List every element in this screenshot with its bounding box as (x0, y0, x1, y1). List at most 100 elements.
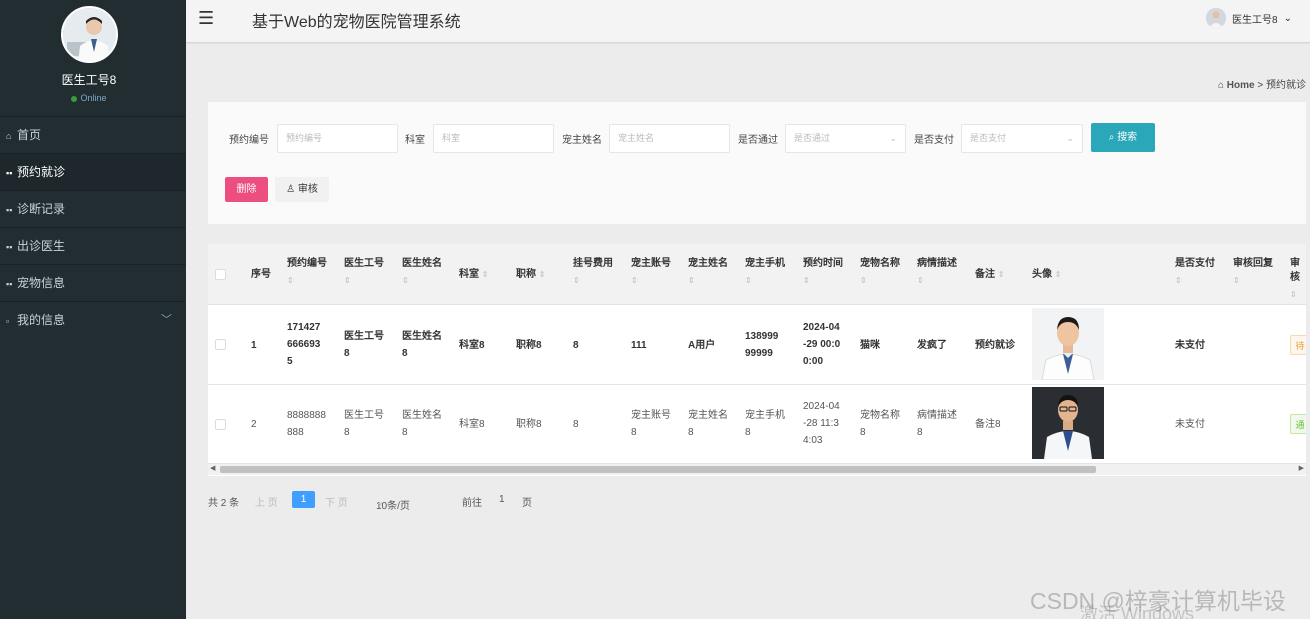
cell-line: 0:00 (803, 356, 824, 367)
col-index: 序号 (251, 269, 271, 280)
col-owner-acct[interactable]: 宠主账号 ⇕ (631, 257, 671, 288)
pager-current-page[interactable]: 1 (292, 491, 315, 508)
col-audit-status[interactable]: 审核 ⇕ (1290, 257, 1306, 302)
col-owner-name[interactable]: 宠主姓名 ⇕ (688, 257, 728, 288)
col-appt-time[interactable]: 预约时间 ⇕ (803, 257, 843, 288)
sidebar-item-home[interactable]: ⌂ 首页 (0, 116, 186, 153)
col-reply[interactable]: 审核回复 ⇕ (1233, 257, 1273, 288)
cell-doc-id: 医生工号 8 (344, 407, 384, 441)
paid-select[interactable]: 是否支付 ⌄ (961, 124, 1083, 153)
cell-line: 8 (344, 427, 350, 438)
sidebar-item-diagnosis[interactable]: ▪▪ 诊断记录 (0, 190, 186, 227)
cell-dept: 科室8 (459, 419, 485, 430)
cell-line: 8 (745, 427, 751, 438)
sort-icon[interactable]: ⇕ (482, 270, 489, 279)
owner-name-input[interactable]: 宠主姓名 (609, 124, 730, 153)
home-icon: ⌂ (1217, 80, 1225, 91)
sort-icon[interactable]: ⇕ (539, 270, 546, 279)
doctor-photo[interactable] (1032, 308, 1104, 380)
sort-icon[interactable]: ⇕ (1055, 270, 1062, 279)
approved-select[interactable]: 是否通过 ⌄ (785, 124, 906, 153)
cell-appt-time: 2024-04 -29 00:0 0:00 (803, 319, 840, 370)
sidebar-item-my-info[interactable]: ▫ 我的信息 ﹀ (0, 301, 186, 338)
sidebar-item-pets[interactable]: ▪▪ 宠物信息 (0, 264, 186, 301)
online-dot-icon (71, 95, 78, 102)
sort-icon[interactable]: ⇕ (803, 274, 843, 288)
scrollbar-thumb[interactable] (220, 466, 1096, 473)
col-symptom[interactable]: 病情描述 ⇕ (917, 257, 957, 288)
col-label: 医生姓名 (402, 258, 442, 269)
owner-name-label: 宠主姓名 (562, 135, 602, 146)
scroll-right-icon[interactable]: ▶ (1299, 464, 1304, 472)
col-label: 宠物名称 (860, 258, 900, 269)
appt-no-label: 预约编号 (229, 135, 269, 146)
table-row[interactable]: 2 8888888 888 医生工号 8 医生姓名 8 科室8 职称8 8 宠主… (208, 385, 1306, 464)
audit-button-label: 审核 (297, 184, 318, 195)
col-avatar[interactable]: 头像 ⇕ (1032, 268, 1061, 282)
cell-doc-name: 医生姓名 8 (402, 328, 442, 362)
dept-input[interactable]: 科室 (433, 124, 554, 153)
appt-no-input[interactable]: 预约编号 (277, 124, 398, 153)
audit-button[interactable]: ♙ 审核 (275, 177, 329, 202)
sort-icon[interactable]: ⇕ (573, 274, 613, 288)
col-doc-id[interactable]: 医生工号 ⇕ (344, 257, 384, 288)
col-paid[interactable]: 是否支付 ⇕ (1175, 257, 1215, 288)
pager-total: 共 2 条 (208, 498, 240, 509)
sort-icon[interactable]: ⇕ (917, 274, 957, 288)
approved-label: 是否通过 (738, 135, 778, 146)
cell-line: 138999 (745, 331, 779, 342)
col-fee[interactable]: 挂号费用 ⇕ (573, 257, 613, 288)
select-all-checkbox[interactable] (215, 269, 226, 280)
horizontal-scrollbar[interactable]: ◀ ▶ (208, 464, 1306, 475)
sort-icon[interactable]: ⇕ (402, 274, 442, 288)
sort-icon[interactable]: ⇕ (344, 274, 384, 288)
sidebar: 医生工号8 Online ⌂ 首页 ▪▪ 预约就诊 ▪▪ 诊断记录 ▪▪ 出诊医生 ▪▪… (0, 0, 186, 619)
pager-goto-input[interactable]: 1 (499, 494, 505, 505)
table-header: 序号 预约编号 ⇕ 医生工号 ⇕ 医生姓名 ⇕ 科室 ⇕ 职称 ⇕ 挂号费用 ⇕ 宠主账… (208, 244, 1306, 305)
row-checkbox[interactable] (215, 419, 226, 430)
sort-icon[interactable]: ⇕ (860, 274, 900, 288)
approved-select-value: 是否通过 (794, 133, 831, 143)
breadcrumb-separator: > (1257, 80, 1264, 91)
sort-icon[interactable]: ⇕ (287, 274, 327, 288)
sort-icon[interactable]: ⇕ (631, 274, 671, 288)
sidebar-item-doctors[interactable]: ▪▪ 出诊医生 (0, 227, 186, 264)
col-doc-name[interactable]: 医生姓名 ⇕ (402, 257, 442, 288)
header-user-menu[interactable]: 医生工号8 ⌄ (1206, 8, 1292, 28)
col-owner-phone[interactable]: 宠主手机 ⇕ (745, 257, 785, 288)
breadcrumb-home[interactable]: Home (1227, 80, 1255, 91)
col-remark[interactable]: 备注 ⇕ (975, 268, 1004, 282)
avatar[interactable] (61, 6, 118, 63)
chevron-down-icon: ⌄ (376, 497, 385, 508)
col-dept[interactable]: 科室 ⇕ (459, 268, 488, 282)
cell-line: 医生姓名 (402, 331, 442, 342)
sidebar-item-appointments[interactable]: ▪▪ 预约就诊 (0, 153, 186, 190)
delete-button[interactable]: 删除 (225, 177, 268, 202)
sort-icon[interactable]: ⇕ (1175, 274, 1215, 288)
sidebar-item-label: 首页 (17, 128, 42, 142)
cell-line: 171427 (287, 322, 321, 333)
sort-icon[interactable]: ⇕ (688, 274, 728, 288)
online-status: Online (0, 93, 178, 103)
sort-icon[interactable]: ⇕ (1290, 288, 1306, 302)
search-button[interactable]: ⌕ 搜索 (1091, 123, 1155, 152)
col-appt-no[interactable]: 预约编号 ⇕ (287, 257, 327, 288)
table-row[interactable]: 1 171427 666693 5 医生工号 8 医生姓名 8 科室8 职称8 … (208, 305, 1306, 385)
sort-icon[interactable]: ⇕ (745, 274, 785, 288)
menu-toggle-icon[interactable]: ☰ (198, 8, 214, 29)
grid-icon: ▪▪ (6, 168, 13, 178)
pager-prev[interactable]: 上 页 (255, 494, 278, 509)
sort-icon[interactable]: ⇕ (1233, 274, 1273, 288)
doctor-photo[interactable] (1032, 387, 1104, 459)
row-checkbox[interactable] (215, 339, 226, 350)
sort-icon[interactable]: ⇕ (998, 270, 1005, 279)
cell-line: 8 (402, 348, 408, 359)
pager-next[interactable]: 下 页 (325, 494, 348, 509)
cell-appt-no: 171427 666693 5 (287, 319, 320, 370)
col-title[interactable]: 职称 ⇕ (516, 268, 545, 282)
col-label: 医生工号 (344, 258, 384, 269)
scroll-left-icon[interactable]: ◀ (210, 464, 215, 472)
col-pet-name[interactable]: 宠物名称 ⇕ (860, 257, 900, 288)
cell-owner-acct: 111 (631, 340, 647, 351)
cell-doc-name: 医生姓名 8 (402, 407, 442, 441)
